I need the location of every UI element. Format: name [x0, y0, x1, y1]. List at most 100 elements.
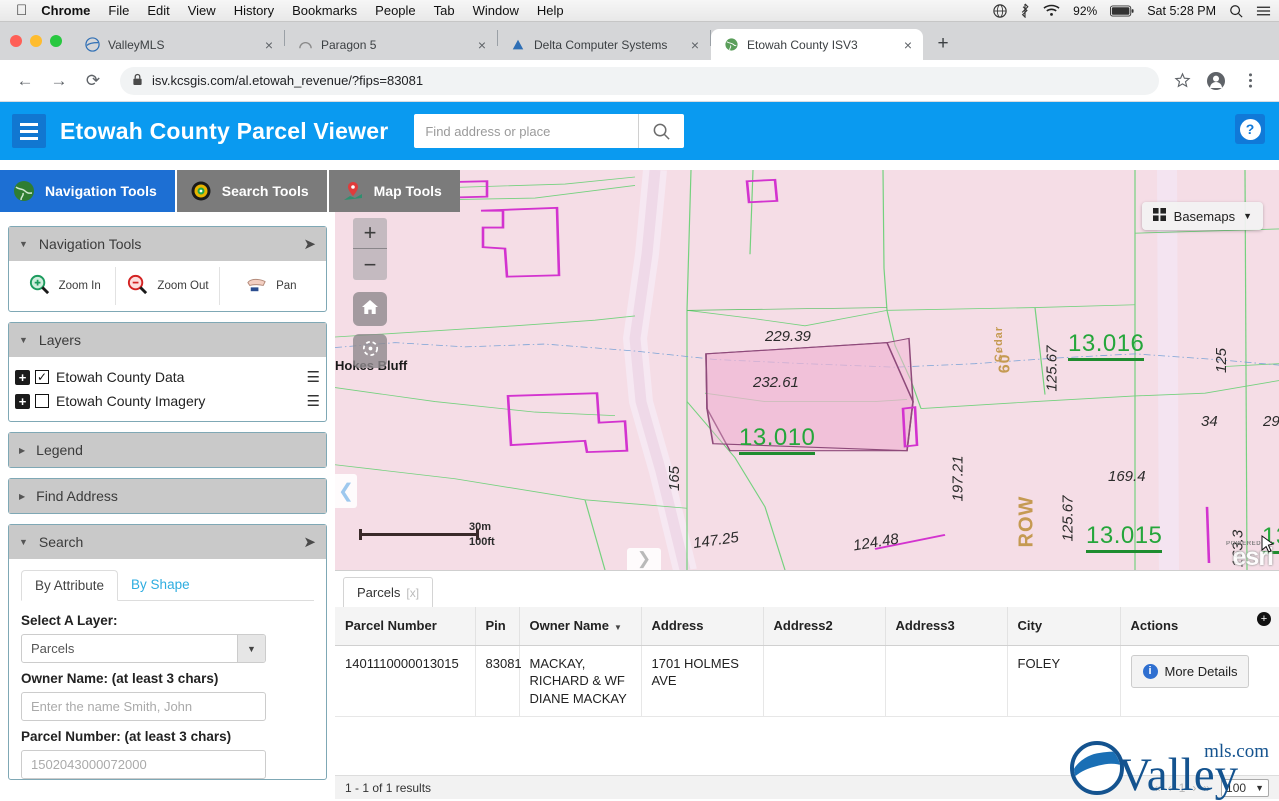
apple-icon[interactable]:  — [16, 3, 27, 18]
close-tab-icon[interactable]: × — [899, 36, 917, 54]
close-tab-icon[interactable]: × — [686, 36, 704, 54]
caret-right-icon[interactable]: ▶ — [19, 446, 25, 455]
plus-circle-icon[interactable]: + — [1257, 612, 1271, 626]
profile-avatar-icon[interactable] — [1201, 66, 1231, 96]
zoom-in-button[interactable]: + — [353, 218, 387, 249]
parcel-id-label: 13.016 — [1068, 330, 1144, 358]
layer-item-etowah-county-imagery[interactable]: + Etowah County Imagery ☰ — [15, 389, 320, 413]
menu-item-help[interactable]: Help — [537, 3, 564, 18]
help-button[interactable]: ? — [1235, 114, 1265, 144]
column-header-parcel-number[interactable]: Parcel Number — [335, 607, 475, 645]
browser-tab-valleymls[interactable]: ValleyMLS × — [72, 29, 284, 60]
wifi-icon[interactable] — [1043, 4, 1060, 17]
column-header-actions[interactable]: Actions — [1120, 607, 1279, 645]
control-center-icon[interactable] — [1256, 5, 1271, 17]
zoom-in-tool[interactable]: Zoom In — [13, 267, 115, 305]
reload-button[interactable]: ⟳ — [78, 66, 108, 96]
plus-box-icon[interactable]: + — [15, 394, 30, 409]
spotlight-search-icon[interactable] — [1229, 4, 1243, 18]
chevron-down-icon: ▼ — [1243, 211, 1252, 221]
hamburger-menu-icon[interactable] — [12, 114, 46, 148]
plus-box-icon[interactable]: + — [15, 370, 30, 385]
tab-label: Map Tools — [374, 183, 442, 199]
minimize-window-button[interactable] — [30, 35, 42, 47]
bluetooth-icon[interactable] — [1020, 3, 1030, 18]
column-header-address[interactable]: Address — [641, 607, 763, 645]
star-icon[interactable] — [1167, 66, 1197, 96]
search-icon[interactable] — [638, 114, 684, 148]
panel-header-find-address[interactable]: ▶ Find Address — [9, 479, 326, 513]
menu-item-history[interactable]: History — [234, 3, 274, 18]
pan-tool[interactable]: Pan — [219, 267, 322, 305]
share-arrow-icon[interactable]: ➤ — [303, 235, 316, 253]
back-button[interactable]: ← — [10, 66, 40, 96]
results-tab-parcels[interactable]: Parcels [x] — [343, 577, 433, 607]
chevron-down-icon[interactable]: ▼ — [237, 635, 265, 662]
column-header-address2[interactable]: Address2 — [763, 607, 885, 645]
column-header-pin[interactable]: Pin — [475, 607, 519, 645]
menu-item-bookmarks[interactable]: Bookmarks — [292, 3, 357, 18]
watermark-domain: mls.com — [1204, 741, 1269, 763]
menu-item-chrome[interactable]: Chrome — [41, 3, 90, 18]
layer-select[interactable]: Parcels ▼ — [21, 634, 266, 663]
menu-item-edit[interactable]: Edit — [147, 3, 169, 18]
locate-me-button[interactable] — [353, 334, 387, 368]
window-controls — [8, 22, 72, 60]
close-window-button[interactable] — [10, 35, 22, 47]
zoom-out-button[interactable]: − — [353, 249, 387, 280]
column-header-city[interactable]: City — [1007, 607, 1120, 645]
list-menu-icon[interactable]: ☰ — [307, 368, 320, 386]
caret-down-icon[interactable]: ▼ — [19, 537, 28, 547]
globe-icon[interactable] — [993, 4, 1007, 18]
tab-search-tools[interactable]: Search Tools — [177, 170, 327, 212]
panel-header-search[interactable]: ▼ Search ➤ — [9, 525, 326, 559]
maximize-window-button[interactable] — [50, 35, 62, 47]
tab-navigation-tools[interactable]: Navigation Tools — [0, 170, 175, 212]
subtab-by-shape[interactable]: By Shape — [118, 570, 203, 601]
basemaps-button[interactable]: Basemaps ▼ — [1142, 202, 1263, 230]
search-input[interactable] — [414, 114, 638, 148]
parcel-number-input[interactable] — [21, 750, 266, 779]
list-menu-icon[interactable]: ☰ — [307, 392, 320, 410]
table-row[interactable]: 1401110000013015 83081 MACKAY, RICHARD &… — [335, 645, 1279, 717]
close-tab-icon[interactable]: × — [260, 36, 278, 54]
zoom-out-tool[interactable]: Zoom Out — [115, 267, 218, 305]
caret-down-icon[interactable]: ▼ — [19, 239, 28, 249]
close-results-tab-icon[interactable]: [x] — [406, 586, 419, 600]
layer-item-etowah-county-data[interactable]: + ✓ Etowah County Data ☰ — [15, 365, 320, 389]
more-details-button[interactable]: i More Details — [1131, 655, 1250, 689]
column-header-owner-name[interactable]: Owner Name▼ — [519, 607, 641, 645]
panel-header-navigation-tools[interactable]: ▼ Navigation Tools ➤ — [9, 227, 326, 261]
subtab-by-attribute[interactable]: By Attribute — [21, 570, 118, 601]
os-menu-bar:  Chrome File Edit View History Bookmark… — [0, 0, 1279, 22]
panel-header-legend[interactable]: ▶ Legend — [9, 433, 326, 467]
layer-checkbox[interactable]: ✓ — [35, 370, 49, 384]
menu-item-people[interactable]: People — [375, 3, 415, 18]
owner-name-input[interactable] — [21, 692, 266, 721]
home-extent-button[interactable] — [353, 292, 387, 326]
share-arrow-icon[interactable]: ➤ — [303, 533, 316, 551]
collapse-sidebar-button[interactable]: ❮ — [335, 474, 357, 508]
column-header-address3[interactable]: Address3 — [885, 607, 1007, 645]
clock-label: Sat 5:28 PM — [1147, 4, 1216, 18]
browser-tab-etowah-county-isv3[interactable]: Etowah County ISV3 × — [711, 29, 923, 60]
address-bar[interactable]: isv.kcsgis.com/al.etowah_revenue/?fips=8… — [120, 67, 1159, 95]
browser-tab-delta-computer-systems[interactable]: Delta Computer Systems × — [498, 29, 710, 60]
address-search-box[interactable] — [414, 114, 684, 148]
browser-tab-paragon5[interactable]: Paragon 5 × — [285, 29, 497, 60]
caret-right-icon[interactable]: ▶ — [19, 492, 25, 501]
new-tab-button[interactable]: + — [929, 30, 957, 58]
menu-item-tab[interactable]: Tab — [434, 3, 455, 18]
close-tab-icon[interactable]: × — [473, 36, 491, 54]
menu-item-view[interactable]: View — [188, 3, 216, 18]
collapse-results-button[interactable]: ❯ — [627, 548, 661, 570]
caret-down-icon[interactable]: ▼ — [19, 335, 28, 345]
menu-item-window[interactable]: Window — [473, 3, 519, 18]
menu-item-file[interactable]: File — [108, 3, 129, 18]
kebab-menu-icon[interactable] — [1235, 66, 1265, 96]
forward-button[interactable]: → — [44, 66, 74, 96]
tab-map-tools[interactable]: Map Tools — [329, 170, 460, 212]
map-canvas[interactable]: 13.010 13.011 13.014 13.015 13.016 13.02… — [335, 170, 1279, 570]
layer-checkbox[interactable] — [35, 394, 49, 408]
panel-header-layers[interactable]: ▼ Layers — [9, 323, 326, 357]
